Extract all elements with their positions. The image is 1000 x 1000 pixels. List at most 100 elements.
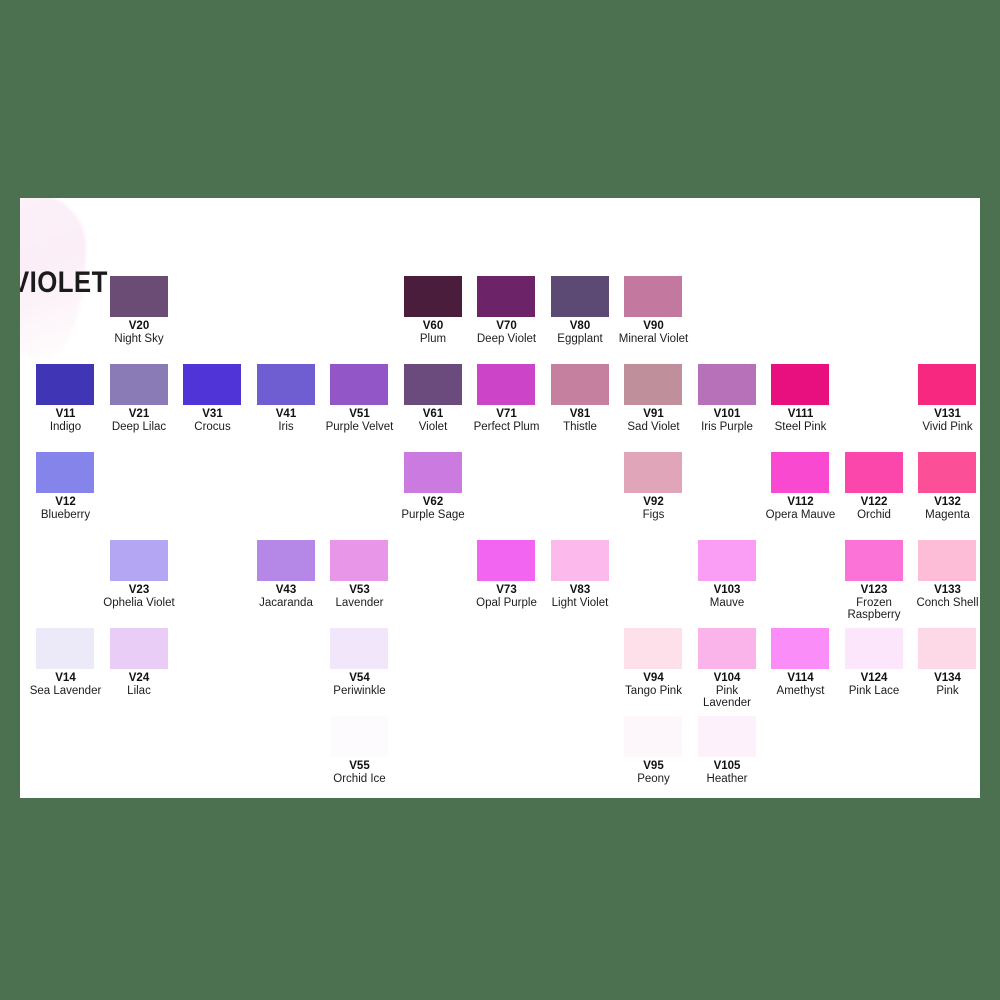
- color-swatch[interactable]: [330, 540, 388, 581]
- swatch-cell[interactable]: V73 Opal Purple: [476, 540, 550, 609]
- swatch-cell[interactable]: V51 Purple Velvet: [326, 364, 403, 433]
- swatch-cell[interactable]: V12 Blueberry: [36, 452, 109, 521]
- color-swatch[interactable]: [403, 452, 462, 493]
- swatch-cell[interactable]: V54 Periwinkle: [330, 628, 403, 697]
- swatch-cell[interactable]: V92 Figs: [624, 452, 697, 521]
- swatch-code: V101: [713, 408, 741, 420]
- swatch-cell[interactable]: V43 Jacaranda: [256, 540, 330, 609]
- color-swatch[interactable]: [477, 276, 535, 317]
- color-swatch[interactable]: [330, 364, 388, 405]
- color-swatch[interactable]: [844, 452, 903, 493]
- color-swatch[interactable]: [109, 628, 168, 669]
- swatch-cell[interactable]: V53 Lavender: [330, 540, 403, 609]
- swatch-code: V132: [934, 496, 961, 508]
- color-swatch[interactable]: [918, 364, 976, 405]
- swatch-cell[interactable]: V124 Pink Lace: [844, 628, 918, 697]
- swatch-code: V43: [275, 584, 297, 596]
- swatch-caption: V14 Sea Lavender: [29, 672, 102, 697]
- swatch-cell[interactable]: V134 Pink: [918, 628, 980, 697]
- color-swatch[interactable]: [697, 364, 756, 405]
- color-swatch[interactable]: [624, 716, 682, 757]
- color-swatch[interactable]: [918, 452, 976, 493]
- color-swatch[interactable]: [844, 540, 903, 581]
- color-swatch[interactable]: [624, 276, 682, 317]
- swatch-cell[interactable]: V111 Steel Pink: [771, 364, 844, 433]
- color-swatch[interactable]: [109, 364, 168, 405]
- swatch-name: Blueberry: [40, 508, 91, 521]
- swatch-cell[interactable]: V81 Thistle: [550, 364, 624, 433]
- swatch-cell[interactable]: V21 Deep Lilac: [109, 364, 183, 433]
- swatch-cell[interactable]: V105 Heather: [697, 716, 771, 785]
- color-swatch[interactable]: [256, 540, 315, 581]
- swatch-cell[interactable]: V122 Orchid: [844, 452, 918, 521]
- swatch-cell[interactable]: V24 Lilac: [109, 628, 183, 697]
- color-swatch[interactable]: [36, 628, 94, 669]
- swatch-cell[interactable]: V83 Light Violet: [550, 540, 624, 609]
- swatch-cell[interactable]: V103 Mauve: [697, 540, 771, 609]
- swatch-cell[interactable]: V60 Plum: [403, 276, 477, 345]
- swatch-cell[interactable]: V94 Tango Pink: [624, 628, 697, 697]
- swatch-caption: V55 Orchid Ice: [323, 760, 396, 785]
- swatch-caption: V92 Figs: [617, 496, 690, 521]
- color-swatch[interactable]: [550, 364, 609, 405]
- swatch-cell[interactable]: V133 Conch Shell: [916, 540, 980, 609]
- color-swatch[interactable]: [697, 716, 756, 757]
- swatch-code: V105: [713, 760, 741, 772]
- color-swatch[interactable]: [36, 452, 94, 493]
- color-swatch[interactable]: [918, 628, 976, 669]
- swatch-caption: V80 Eggplant: [544, 320, 617, 345]
- color-swatch[interactable]: [550, 540, 609, 581]
- swatch-name: Ophelia Violet: [103, 596, 175, 609]
- color-swatch[interactable]: [624, 628, 682, 669]
- color-swatch[interactable]: [109, 276, 168, 317]
- swatch-cell[interactable]: V132 Magenta: [918, 452, 980, 521]
- swatch-cell[interactable]: V80 Eggplant: [550, 276, 624, 345]
- color-swatch[interactable]: [403, 276, 462, 317]
- swatch-name: Eggplant: [557, 332, 603, 345]
- swatch-code: V31: [202, 408, 223, 420]
- color-swatch[interactable]: [183, 364, 241, 405]
- color-swatch[interactable]: [109, 540, 168, 581]
- color-swatch[interactable]: [477, 364, 535, 405]
- swatch-cell[interactable]: V101 Iris Purple: [697, 364, 771, 433]
- swatch-caption: V111 Steel Pink: [764, 408, 837, 433]
- swatch-cell[interactable]: V90 Mineral Violet: [619, 276, 697, 345]
- color-swatch[interactable]: [550, 276, 609, 317]
- color-swatch[interactable]: [477, 540, 535, 581]
- swatch-cell[interactable]: V104 Pink Lavender: [697, 628, 771, 710]
- swatch-cell[interactable]: V114 Amethyst: [771, 628, 844, 697]
- swatch-cell[interactable]: V123 Frozen Raspberry: [844, 540, 918, 622]
- color-swatch[interactable]: [330, 628, 388, 669]
- swatch-cell[interactable]: V23 Ophelia Violet: [103, 540, 183, 609]
- swatch-code: V91: [643, 408, 664, 420]
- swatch-cell[interactable]: V20 Night Sky: [109, 276, 183, 345]
- swatch-cell[interactable]: V11 Indigo: [36, 364, 109, 433]
- color-swatch[interactable]: [844, 628, 903, 669]
- page-root: VIOLET V20 Night Sky V60 Plum V70 Deep Violet…: [0, 0, 1000, 1000]
- swatch-cell[interactable]: V112 Opera Mauve: [766, 452, 844, 521]
- color-swatch[interactable]: [697, 628, 756, 669]
- color-swatch[interactable]: [624, 452, 682, 493]
- swatch-cell[interactable]: V131 Vivid Pink: [918, 364, 980, 433]
- color-swatch[interactable]: [624, 364, 682, 405]
- swatch-code: V103: [713, 584, 741, 596]
- color-swatch[interactable]: [697, 540, 756, 581]
- swatch-cell[interactable]: V95 Peony: [624, 716, 697, 785]
- color-swatch[interactable]: [256, 364, 315, 405]
- color-swatch[interactable]: [36, 364, 94, 405]
- color-swatch[interactable]: [918, 540, 976, 581]
- swatch-cell[interactable]: V70 Deep Violet: [477, 276, 550, 345]
- swatch-cell[interactable]: V41 Iris: [256, 364, 330, 433]
- color-swatch[interactable]: [403, 364, 462, 405]
- color-swatch[interactable]: [771, 452, 829, 493]
- swatch-cell[interactable]: V31 Crocus: [183, 364, 256, 433]
- swatch-cell[interactable]: V71 Perfect Plum: [474, 364, 550, 433]
- color-swatch[interactable]: [330, 716, 388, 757]
- swatch-cell[interactable]: V14 Sea Lavender: [30, 628, 109, 697]
- color-swatch[interactable]: [771, 364, 829, 405]
- swatch-cell[interactable]: V91 Sad Violet: [624, 364, 697, 433]
- color-swatch[interactable]: [771, 628, 829, 669]
- swatch-cell[interactable]: V55 Orchid Ice: [330, 716, 403, 785]
- swatch-cell[interactable]: V62 Purple Sage: [401, 452, 477, 521]
- swatch-cell[interactable]: V61 Violet: [403, 364, 477, 433]
